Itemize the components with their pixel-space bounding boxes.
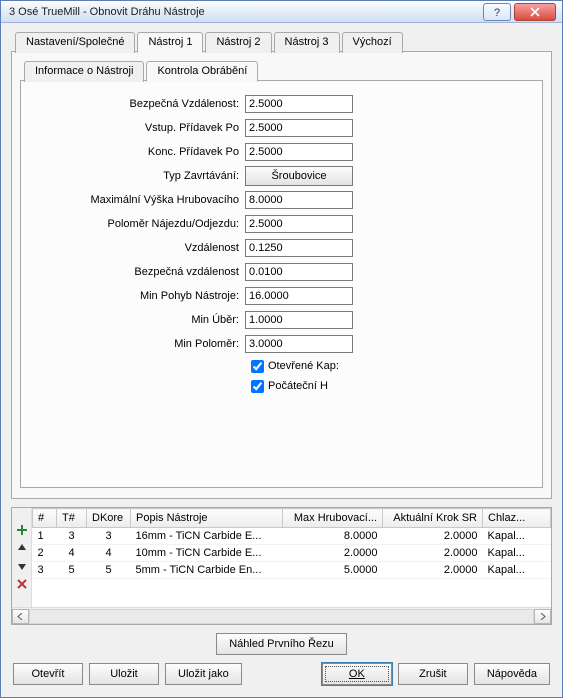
tab-tool-1[interactable]: Nástroj 1 [137, 32, 203, 53]
scroll-left-button[interactable] [12, 609, 29, 624]
help-button[interactable]: Nápověda [474, 663, 550, 685]
input-min-cut[interactable] [245, 311, 353, 329]
table-cell: 2.0000 [283, 545, 383, 562]
svg-text:?: ? [494, 7, 500, 17]
table-cell: 3 [33, 562, 57, 579]
table-cell: 5 [57, 562, 87, 579]
table-cell: 2.0000 [383, 562, 483, 579]
table-row[interactable]: 3555mm - TiCN Carbide En...5.00002.0000K… [33, 562, 551, 579]
input-final-allowance[interactable] [245, 143, 353, 161]
tab-tool-info[interactable]: Informace o Nástroji [24, 61, 144, 82]
grid-horizontal-scrollbar[interactable] [12, 607, 551, 624]
sub-tabstrip: Informace o Nástroji Kontrola Obrábění [24, 60, 543, 81]
col-tnum[interactable]: T# [57, 509, 87, 528]
save-button[interactable]: Uložit [89, 663, 159, 685]
cancel-button[interactable]: Zrušit [398, 663, 468, 685]
table-cell: 4 [87, 545, 131, 562]
input-safe-distance-2[interactable] [245, 263, 353, 281]
table-cell: Kapal... [483, 545, 551, 562]
preview-first-cut-button[interactable]: Náhled Prvního Řezu [216, 633, 347, 655]
col-dkore[interactable]: DKore [87, 509, 131, 528]
open-button[interactable]: Otevřít [13, 663, 83, 685]
main-tabpanel: Informace o Nástroji Kontrola Obrábění B… [11, 51, 552, 499]
tab-machining-control[interactable]: Kontrola Obrábění [146, 61, 258, 82]
label-final-allowance: Konc. Přídavek Po [35, 146, 245, 158]
label-safe-distance-2: Bezpečná vzdálenost [35, 266, 245, 278]
input-distance[interactable] [245, 239, 353, 257]
dialog-window: 3 Osé TrueMill - Obnovit Dráhu Nástroje … [0, 0, 563, 698]
ok-button[interactable]: OK [322, 663, 392, 685]
col-step[interactable]: Aktuální Krok SR [383, 509, 483, 528]
tool-table[interactable]: # T# DKore Popis Nástroje Max Hrubovací.… [32, 508, 551, 579]
table-cell: 5mm - TiCN Carbide En... [131, 562, 283, 579]
table-row[interactable]: 24410mm - TiCN Carbide E...2.00002.0000K… [33, 545, 551, 562]
window-title: 3 Osé TrueMill - Obnovit Dráhu Nástroje [7, 6, 480, 18]
table-cell: 5.0000 [283, 562, 383, 579]
dropdown-entry-type[interactable]: Šroubovice [245, 166, 353, 186]
label-entry-type: Typ Zavrtávání: [35, 170, 245, 182]
tool-grid-panel: # T# DKore Popis Nástroje Max Hrubovací.… [11, 507, 552, 625]
label-distance: Vzdálenost [35, 242, 245, 254]
table-header-row: # T# DKore Popis Nástroje Max Hrubovací.… [33, 509, 551, 528]
main-tabstrip: Nastavení/Společné Nástroj 1 Nástroj 2 N… [11, 31, 552, 52]
tab-default[interactable]: Výchozí [342, 32, 403, 53]
move-down-button[interactable] [14, 558, 30, 574]
table-cell: 8.0000 [283, 528, 383, 545]
label-leadin-radius: Poloměr Nájezdu/Odjezdu: [35, 218, 245, 230]
help-window-button[interactable]: ? [483, 3, 511, 21]
table-cell: 10mm - TiCN Carbide E... [131, 545, 283, 562]
move-up-button[interactable] [14, 540, 30, 556]
tab-tool-2[interactable]: Nástroj 2 [205, 32, 271, 53]
table-cell: 3 [57, 528, 87, 545]
table-cell: 2.0000 [383, 528, 483, 545]
close-window-button[interactable] [514, 3, 556, 21]
label-min-radius: Min Poloměr: [35, 338, 245, 350]
save-as-button[interactable]: Uložit jako [165, 663, 242, 685]
label-open-pockets: Otevřené Kap: [268, 360, 339, 372]
label-approach-allowance: Vstup. Přídavek Po [35, 122, 245, 134]
dialog-footer: Otevřít Uložit Uložit jako OK Zrušit Náp… [11, 663, 552, 687]
input-safe-distance[interactable] [245, 95, 353, 113]
table-cell: 1 [33, 528, 57, 545]
label-min-cut: Min Úběr: [35, 314, 245, 326]
checkbox-open-pockets[interactable] [251, 360, 264, 373]
label-initial-h: Počáteční H [268, 380, 328, 392]
add-row-button[interactable] [14, 522, 30, 538]
input-min-tool-move[interactable] [245, 287, 353, 305]
table-cell: Kapal... [483, 528, 551, 545]
input-leadin-radius[interactable] [245, 215, 353, 233]
scroll-track[interactable] [29, 609, 534, 624]
tab-settings-common[interactable]: Nastavení/Společné [15, 32, 135, 53]
input-approach-allowance[interactable] [245, 119, 353, 137]
sub-tabpanel: Bezpečná Vzdálenost: Vstup. Přídavek Po … [20, 80, 543, 488]
grid-side-toolbar [12, 508, 32, 607]
scroll-right-button[interactable] [534, 609, 551, 624]
col-cool[interactable]: Chlaz... [483, 509, 551, 528]
col-desc[interactable]: Popis Nástroje [131, 509, 283, 528]
col-maxrough[interactable]: Max Hrubovací... [283, 509, 383, 528]
table-cell: 5 [87, 562, 131, 579]
table-cell: 2 [33, 545, 57, 562]
delete-row-button[interactable] [14, 576, 30, 592]
table-cell: Kapal... [483, 562, 551, 579]
col-num[interactable]: # [33, 509, 57, 528]
tab-tool-3[interactable]: Nástroj 3 [274, 32, 340, 53]
input-min-radius[interactable] [245, 335, 353, 353]
label-min-tool-move: Min Pohyb Nástroje: [35, 290, 245, 302]
table-row[interactable]: 13316mm - TiCN Carbide E...8.00002.0000K… [33, 528, 551, 545]
table-cell: 2.0000 [383, 545, 483, 562]
input-max-rough-height[interactable] [245, 191, 353, 209]
label-safe-distance: Bezpečná Vzdálenost: [35, 98, 245, 110]
label-max-rough-height: Maximální Výška Hrubovacího [35, 194, 245, 206]
table-cell: 4 [57, 545, 87, 562]
table-cell: 3 [87, 528, 131, 545]
checkbox-initial-h[interactable] [251, 380, 264, 393]
client-area: Nastavení/Společné Nástroj 1 Nástroj 2 N… [1, 23, 562, 697]
titlebar: 3 Osé TrueMill - Obnovit Dráhu Nástroje … [1, 1, 562, 23]
table-cell: 16mm - TiCN Carbide E... [131, 528, 283, 545]
